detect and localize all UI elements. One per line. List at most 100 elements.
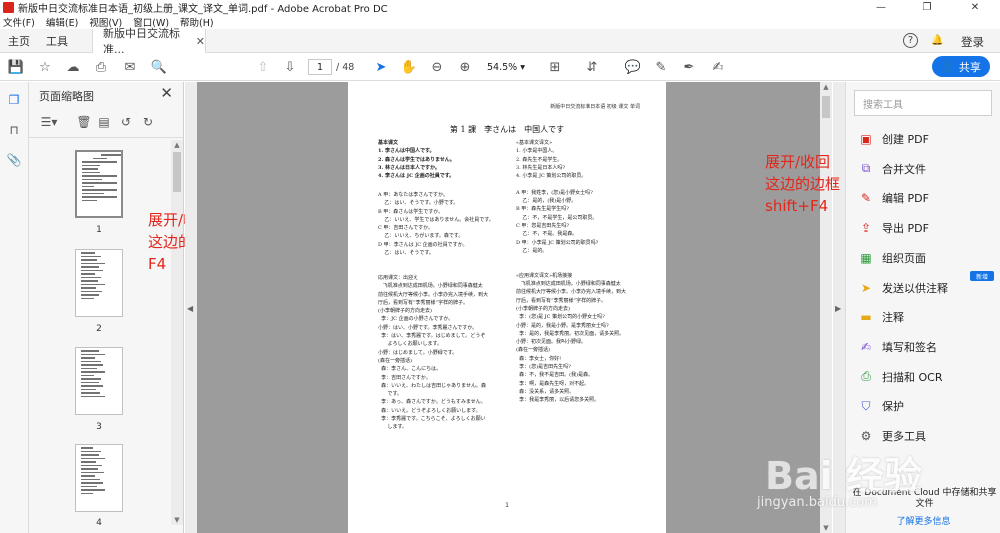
annotation-right: 展开/收回 这边的边框 shift+F4: [765, 151, 840, 217]
close-tab-icon[interactable]: ✕: [196, 35, 205, 48]
lesson-title: 第 1 課 李さんは 中国人です: [449, 125, 565, 134]
window-title: 新版中日交流标准日本语_初级上册_课文_译文_单词.pdf - Adobe Ac…: [18, 4, 388, 15]
add-user-icon: 👤: [941, 60, 955, 73]
tool-search-input[interactable]: 搜索工具: [854, 90, 992, 116]
comment-icon[interactable]: 💬: [624, 58, 642, 76]
attachments-icon[interactable]: 📎: [6, 152, 22, 168]
acrobat-logo-icon: [3, 2, 14, 13]
help-icon[interactable]: ?: [903, 33, 918, 48]
zoom-level-field[interactable]: 54.5% ▾: [486, 59, 526, 75]
delete-page-icon[interactable]: 🗑: [75, 113, 93, 131]
sign-icon[interactable]: ✒: [680, 58, 698, 76]
page-fit-icon[interactable]: ⊞: [546, 58, 564, 76]
tool-item-label: 导出 PDF: [882, 222, 929, 236]
zoom-in-icon[interactable]: ⊕: [456, 58, 474, 76]
page-thumbnails-icon[interactable]: ❐: [6, 92, 22, 108]
tab-tools[interactable]: 工具: [46, 29, 68, 53]
protect-icon: ⛉: [861, 398, 871, 413]
tool-item[interactable]: ⧉ 合并文件: [858, 159, 926, 179]
thumbnail-options-icon[interactable]: ☰▾: [37, 113, 61, 131]
tab-document[interactable]: 新版中日交流标准... ✕: [92, 27, 206, 56]
tool-item-label: 注释: [882, 311, 904, 325]
share-button[interactable]: 👤 共享: [932, 56, 990, 77]
document-view[interactable]: 新版中日交流标准日本语 初级 课文 单词 第 1 課 李さんは 中国人です 基本…: [197, 82, 820, 533]
search-icon[interactable]: 🔍: [150, 58, 168, 76]
zoom-out-icon[interactable]: ⊖: [428, 58, 446, 76]
learn-more-link[interactable]: 了解更多信息: [846, 514, 1000, 527]
thumbnail-page-number: 3: [96, 422, 102, 432]
close-window-button[interactable]: ✕: [952, 0, 998, 15]
scroll-up-icon[interactable]: ▲: [171, 141, 183, 149]
fill-sign-icon: ✍: [860, 339, 872, 354]
tool-item[interactable]: ▣ 创建 PDF: [858, 129, 929, 149]
thumbnails-scrollbar[interactable]: ▲ ▼: [171, 140, 183, 525]
insert-page-icon[interactable]: ▤: [95, 113, 113, 131]
page-number-input[interactable]: 1: [308, 59, 332, 75]
thumbnail-page-number: 1: [96, 225, 102, 235]
bookmark-star-icon[interactable]: ☆: [36, 58, 54, 76]
menu-file[interactable]: 文件(F): [3, 15, 35, 29]
hand-tool-icon[interactable]: ✋: [400, 58, 418, 76]
scrollbar-thumb[interactable]: [173, 152, 181, 192]
rotate-left-icon[interactable]: ↺: [117, 113, 135, 131]
document-scrollbar[interactable]: ▲ ▼: [820, 82, 832, 533]
tool-item[interactable]: ▬ 注释: [858, 307, 904, 327]
thumbnail-page-number: 4: [96, 518, 102, 528]
tool-item[interactable]: ➤ 发送以供注释: [858, 278, 948, 298]
tool-item[interactable]: ⎙ 扫描和 OCR: [858, 367, 942, 387]
page-number-footer: 1: [505, 502, 509, 509]
doc-scroll-up-icon[interactable]: ▲: [820, 83, 832, 91]
close-panel-icon[interactable]: ✕: [160, 84, 173, 102]
right-pane-collapse-strip[interactable]: ▶: [833, 82, 845, 533]
document-cloud-text: 在 Document Cloud 中存储和共享文件: [852, 488, 997, 509]
menu-edit[interactable]: 编辑(E): [46, 15, 78, 29]
doc-scroll-down-icon[interactable]: ▼: [820, 524, 832, 532]
page-thumbnail[interactable]: [75, 444, 123, 512]
select-cursor-icon[interactable]: ➤: [372, 58, 390, 76]
title-bar: 新版中日交流标准日本语_初级上册_课文_译文_单词.pdf - Adobe Ac…: [0, 0, 1000, 15]
minimize-button[interactable]: —: [858, 0, 904, 15]
tool-item[interactable]: ▦ 组织页面: [858, 248, 926, 268]
bookmarks-icon[interactable]: ⊓: [6, 122, 22, 138]
tool-item-label: 填写和签名: [882, 340, 937, 354]
tab-home[interactable]: 主页: [8, 29, 30, 53]
left-pane-collapse-strip[interactable]: ◀: [185, 82, 197, 533]
tool-item[interactable]: ✎ 编辑 PDF: [858, 188, 929, 208]
basic-text-block: 基本课文 1. 李さんは中国人です。 2. 森さんは学生ではありません。 3. …: [378, 140, 455, 180]
collapse-right-icon[interactable]: ▶: [835, 304, 841, 313]
zoom-value: 54.5%: [487, 61, 518, 73]
page-thumbnail[interactable]: [75, 347, 123, 415]
tool-item[interactable]: ⇪ 导出 PDF: [858, 218, 929, 238]
previous-page-icon[interactable]: ⇧: [254, 58, 272, 76]
doc-scrollbar-thumb[interactable]: [822, 96, 830, 118]
panel-title: 页面缩略图: [39, 90, 94, 103]
highlight-pen-icon[interactable]: ✎: [652, 58, 670, 76]
right-column-text: «基本课文译文» 1. 小李是中国人。 2. 森先生不是学生。 3. 林先生是日…: [516, 140, 627, 404]
save-icon[interactable]: 💾: [7, 58, 25, 76]
tool-item[interactable]: ⛉ 保护: [858, 396, 904, 416]
annotation-right-line: shift+F4: [765, 197, 829, 215]
page-header: 新版中日交流标准日本语 初级 课文 单词: [550, 104, 640, 110]
fill-sign-tool-icon[interactable]: ✍: [709, 58, 727, 76]
scroll-down-icon[interactable]: ▼: [171, 516, 183, 524]
scroll-mode-icon[interactable]: ⇵: [583, 58, 601, 76]
menu-help[interactable]: 帮助(H): [180, 15, 214, 29]
page-thumbnail[interactable]: [75, 249, 123, 317]
upload-cloud-icon[interactable]: ☁: [64, 58, 82, 76]
page-total-label: / 48: [336, 62, 355, 73]
collapse-left-icon[interactable]: ◀: [187, 304, 193, 313]
annotation-right-line: 展开/收回: [765, 153, 831, 171]
rotate-right-icon[interactable]: ↻: [139, 113, 157, 131]
tool-item[interactable]: ⚙ 更多工具: [858, 426, 926, 446]
tool-item[interactable]: ✍ 填写和签名: [858, 337, 937, 357]
comment-icon: ▬: [860, 310, 872, 325]
page-thumbnail[interactable]: [75, 150, 123, 218]
email-icon[interactable]: ✉: [121, 58, 139, 76]
notification-bell-icon[interactable]: 🔔: [930, 33, 945, 48]
login-button[interactable]: 登录: [961, 34, 984, 50]
print-icon[interactable]: ⎙: [92, 58, 110, 76]
next-page-icon[interactable]: ⇩: [281, 58, 299, 76]
maximize-button[interactable]: ❐: [904, 0, 950, 15]
tool-item-label: 更多工具: [882, 430, 926, 443]
tool-item-label: 合并文件: [882, 162, 926, 176]
